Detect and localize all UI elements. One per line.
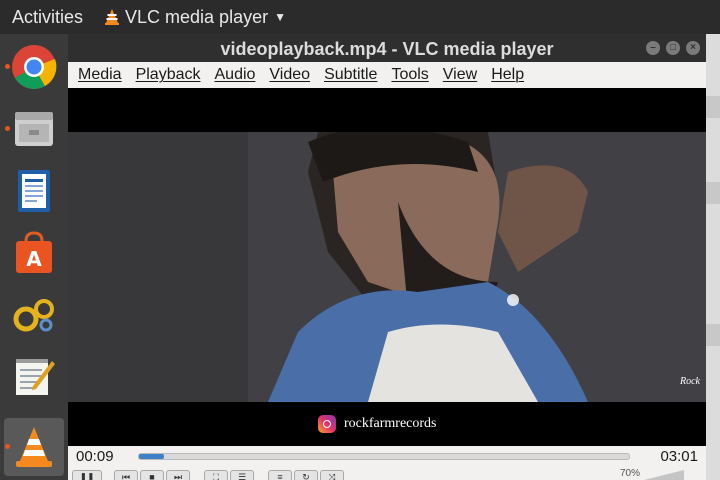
loop-button[interactable]: ↻ [294, 470, 318, 480]
dock-item-text-editor[interactable] [4, 348, 64, 406]
vlc-cone-icon [105, 9, 120, 25]
settings-gears-icon [13, 299, 54, 332]
extended-settings-button[interactable]: ☰ [230, 470, 254, 480]
running-indicator [5, 444, 10, 449]
seek-slider[interactable] [138, 453, 630, 460]
menu-help[interactable]: Help [491, 66, 524, 84]
instagram-handle: rockfarmrecords [344, 416, 437, 431]
dock-item-software[interactable]: A [4, 224, 64, 282]
dock: A [0, 34, 68, 480]
menu-media[interactable]: Media [78, 66, 122, 84]
seek-progress [139, 454, 164, 459]
volume-level: 70% [619, 468, 640, 479]
top-bar: Activities VLC media player ▼ [0, 0, 720, 34]
app-menu[interactable]: VLC media player ▼ [105, 7, 286, 28]
volume-slider[interactable] [644, 470, 684, 480]
minimize-button[interactable]: – [646, 41, 660, 55]
next-button[interactable]: ⏭ [166, 470, 190, 480]
shuffle-button[interactable]: ⤨ [320, 470, 344, 480]
menu-view[interactable]: View [443, 66, 477, 84]
menu-subtitle[interactable]: Subtitle [324, 66, 377, 84]
running-indicator [5, 64, 10, 69]
text-editor-icon [16, 359, 55, 395]
fullscreen-button[interactable]: ⛶ [204, 470, 228, 480]
app-name: VLC media player [125, 6, 269, 27]
menu-playback[interactable]: Playback [136, 66, 201, 84]
dock-item-files[interactable] [4, 100, 64, 158]
menu-video[interactable]: Video [269, 66, 310, 84]
background-window [706, 34, 720, 480]
maximize-button[interactable]: □ [666, 41, 680, 55]
writer-icon [18, 170, 50, 212]
previous-button[interactable]: ⏮ [114, 470, 138, 480]
close-button[interactable]: × [686, 41, 700, 55]
files-icon [15, 112, 53, 146]
dock-item-chrome[interactable] [4, 38, 64, 96]
pause-button[interactable]: ❚❚ [72, 470, 102, 480]
dock-item-vlc[interactable] [4, 418, 64, 476]
menu-tools[interactable]: Tools [391, 66, 428, 84]
menu-bar: Media Playback Audio Video Subtitle Tool… [68, 62, 706, 88]
dock-item-settings[interactable] [4, 286, 64, 344]
elapsed-time: 00:09 [76, 448, 114, 465]
svg-text:A: A [26, 247, 42, 271]
instagram-overlay: rockfarmrecords [318, 415, 437, 433]
vlc-window: videoplayback.mp4 - VLC media player – □… [68, 34, 706, 480]
instagram-icon [318, 415, 336, 433]
control-bar: ❚❚ ⏮ ■ ⏭ ⛶ ☰ ≡ ↻ ⤨ 70% [68, 468, 706, 480]
stop-button[interactable]: ■ [140, 470, 164, 480]
vlc-cone-icon [16, 427, 52, 467]
dock-item-writer[interactable] [4, 162, 64, 220]
seek-row: 00:09 03:01 [68, 446, 706, 468]
total-time: 03:01 [660, 448, 698, 465]
playlist-button[interactable]: ≡ [268, 470, 292, 480]
window-titlebar[interactable]: videoplayback.mp4 - VLC media player – □… [68, 34, 706, 62]
menu-audio[interactable]: Audio [215, 66, 256, 84]
video-frame-image [68, 132, 706, 402]
video-area[interactable]: Rock rockfarmrecords [68, 88, 706, 446]
chevron-down-icon: ▼ [274, 10, 286, 24]
window-title: videoplayback.mp4 - VLC media player [220, 39, 554, 59]
chrome-icon [12, 45, 57, 89]
activities-button[interactable]: Activities [12, 7, 83, 28]
running-indicator [5, 126, 10, 131]
watermark-logo: Rock [680, 376, 700, 387]
software-center-icon: A [16, 231, 52, 273]
video-frame: Rock [68, 132, 706, 402]
